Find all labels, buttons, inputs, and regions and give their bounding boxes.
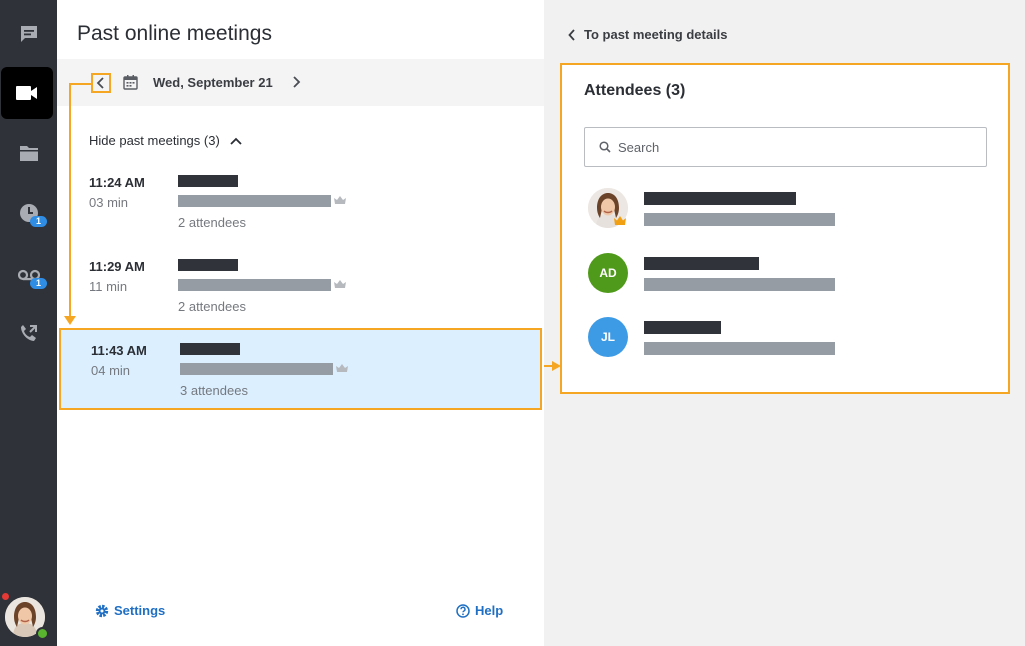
settings-link[interactable]: Settings xyxy=(95,603,165,618)
connector-line xyxy=(69,83,93,85)
meeting-title-redacted xyxy=(178,259,238,271)
attendee-search[interactable] xyxy=(584,127,987,167)
meeting-attendee-count: 3 attendees xyxy=(180,383,248,398)
help-label: Help xyxy=(475,603,504,618)
meeting-title-redacted xyxy=(180,343,240,355)
search-icon xyxy=(599,141,611,153)
attendee-name-redacted xyxy=(644,192,796,205)
rail-item-files[interactable] xyxy=(0,127,57,179)
meeting-time: 11:29 AM xyxy=(89,259,145,274)
connector-line xyxy=(69,83,71,319)
meeting-time: 11:24 AM xyxy=(89,175,145,190)
voicemail-badge: 1 xyxy=(30,278,47,289)
hide-past-meetings-label: Hide past meetings (3) xyxy=(89,133,220,148)
rail-item-meetings[interactable] xyxy=(1,67,53,119)
left-rail: 1 1 xyxy=(0,0,57,646)
attendee-email-redacted xyxy=(644,213,835,226)
meeting-attendee-count: 2 attendees xyxy=(178,215,246,230)
back-to-details-link[interactable]: To past meeting details xyxy=(568,27,728,42)
chevron-up-icon xyxy=(230,137,242,145)
folder-icon xyxy=(19,146,38,161)
attendee-item[interactable] xyxy=(584,186,987,236)
arrow-down-icon xyxy=(64,316,76,325)
meeting-title-redacted xyxy=(178,175,238,187)
avatar: JL xyxy=(588,317,628,357)
attendee-name-redacted xyxy=(644,257,759,270)
notification-dot xyxy=(2,593,9,600)
attendee-item[interactable]: AD xyxy=(584,251,987,301)
meeting-duration: 11 min xyxy=(89,279,128,294)
attendee-email-redacted xyxy=(644,278,835,291)
attendee-name-redacted xyxy=(644,321,721,334)
meeting-organizer-redacted xyxy=(178,195,331,207)
rail-item-call-forward[interactable] xyxy=(0,307,57,359)
past-meetings-pane: Past online meetings Wed, September 21 H… xyxy=(57,0,544,646)
crown-icon xyxy=(334,196,346,204)
crown-icon xyxy=(336,364,348,372)
back-link-label: To past meeting details xyxy=(584,27,728,42)
settings-label: Settings xyxy=(114,603,166,618)
help-icon xyxy=(456,603,470,618)
meeting-row[interactable]: 11:29 AM 11 min 2 attendees xyxy=(57,244,544,326)
organizer-crown-icon xyxy=(614,216,626,225)
attendees-card: Attendees (3) AD xyxy=(560,63,1010,394)
calendar-icon[interactable] xyxy=(123,75,138,90)
crown-icon xyxy=(334,280,346,288)
attendees-title: Attendees (3) xyxy=(584,82,686,99)
chevron-left-icon xyxy=(568,28,575,41)
phone-forward-icon xyxy=(20,325,37,341)
video-camera-icon xyxy=(16,86,37,100)
meeting-details-pane: To past meeting details Attendees (3) Se… xyxy=(544,0,1025,646)
avatar: AD xyxy=(588,253,628,293)
attendee-item[interactable]: JL xyxy=(584,315,987,365)
meeting-organizer-redacted xyxy=(178,279,331,291)
page-title: Past online meetings xyxy=(77,22,272,45)
meeting-time: 11:43 AM xyxy=(91,343,147,358)
meeting-attendee-count: 2 attendees xyxy=(178,299,246,314)
rail-item-history[interactable]: 1 xyxy=(0,187,57,239)
meeting-row[interactable]: 11:24 AM 03 min 2 attendees xyxy=(57,160,544,242)
date-navigation: Wed, September 21 xyxy=(57,59,544,106)
attendee-email-redacted xyxy=(644,342,835,355)
presence-status-dot xyxy=(36,627,49,640)
search-input[interactable] xyxy=(618,139,958,155)
gear-icon xyxy=(95,604,109,617)
meeting-organizer-redacted xyxy=(180,363,333,375)
hide-past-meetings-toggle[interactable]: Hide past meetings (3) xyxy=(89,133,242,148)
next-day-button[interactable] xyxy=(291,75,301,89)
meeting-duration: 03 min xyxy=(89,195,129,210)
arrow-right-icon xyxy=(552,361,561,371)
meeting-row-selected[interactable]: 11:43 AM 04 min 3 attendees xyxy=(59,328,542,410)
chevron-left-icon xyxy=(96,77,104,89)
meeting-duration: 04 min xyxy=(91,363,131,378)
history-badge: 1 xyxy=(30,216,47,227)
chat-icon xyxy=(20,26,37,42)
current-date: Wed, September 21 xyxy=(153,75,273,90)
previous-day-button[interactable] xyxy=(91,73,111,93)
help-link[interactable]: Help xyxy=(456,603,503,618)
rail-item-voicemail[interactable]: 1 xyxy=(0,249,57,301)
rail-item-chat[interactable] xyxy=(0,8,57,60)
